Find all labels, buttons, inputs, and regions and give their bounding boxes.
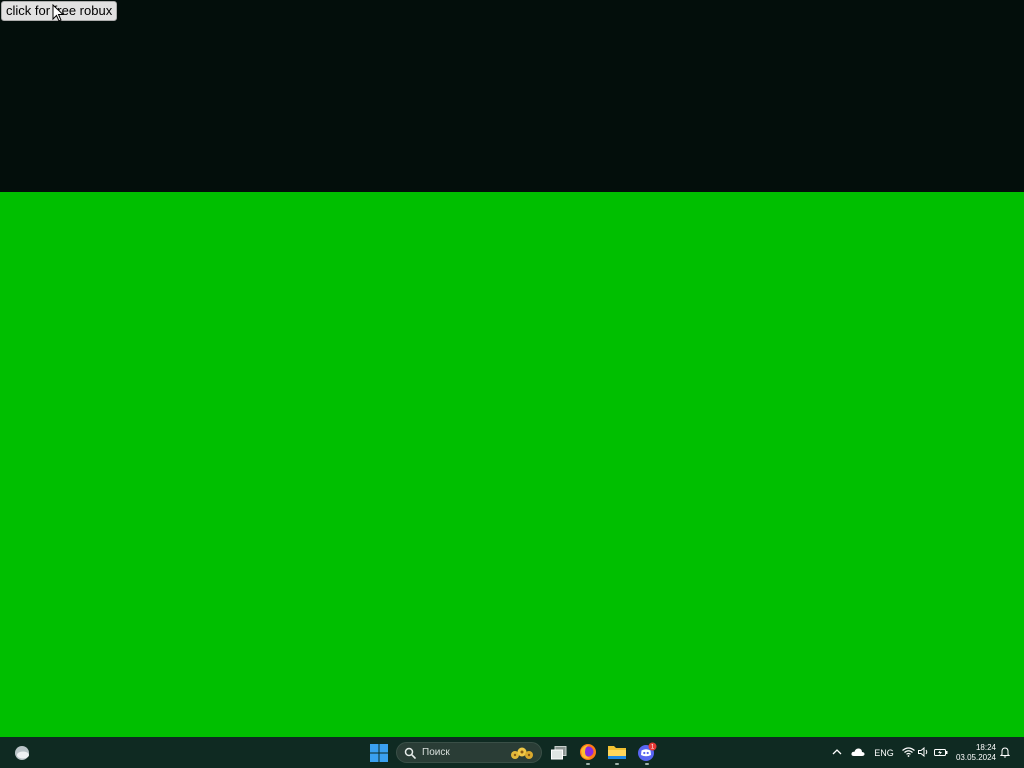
firefox-running-indicator [586,763,590,765]
wifi-icon[interactable] [902,746,915,758]
search-highlight-flowers-icon [511,747,533,759]
taskbar: Поиск 1 ENG 18:24 03.05.2024 [0,737,1024,768]
clock-time: 18:24 [975,743,996,752]
free-robux-button[interactable]: click for free robux [1,1,118,21]
onedrive-cloud-icon[interactable] [851,746,865,758]
weather-icon[interactable] [12,743,32,763]
search-placeholder-text: Поиск [422,747,450,758]
file-explorer-running-indicator [615,763,619,765]
discord-icon[interactable]: 1 [637,742,657,762]
notification-bell-icon[interactable] [999,746,1011,759]
battery-charging-icon[interactable] [934,746,948,758]
firefox-icon[interactable] [578,742,598,762]
desktop-top-band [0,0,1024,192]
clock-date: 03.05.2024 [955,753,996,762]
taskbar-search-box[interactable]: Поиск [396,742,542,763]
volume-icon[interactable] [917,746,930,758]
file-explorer-icon[interactable] [607,742,627,762]
discord-running-indicator [645,763,649,765]
chevron-up-icon[interactable] [831,746,843,758]
system-clock[interactable]: 18:24 03.05.2024 [952,742,996,764]
search-icon [404,747,416,759]
desktop-green-area [0,192,1024,737]
desktop-screen: click for free robux Поиск 1 ENG 18:24 0… [0,0,1024,768]
start-button-windows-icon[interactable] [369,743,389,763]
language-indicator[interactable]: ENG [871,746,897,760]
task-view-icon[interactable] [550,744,568,762]
